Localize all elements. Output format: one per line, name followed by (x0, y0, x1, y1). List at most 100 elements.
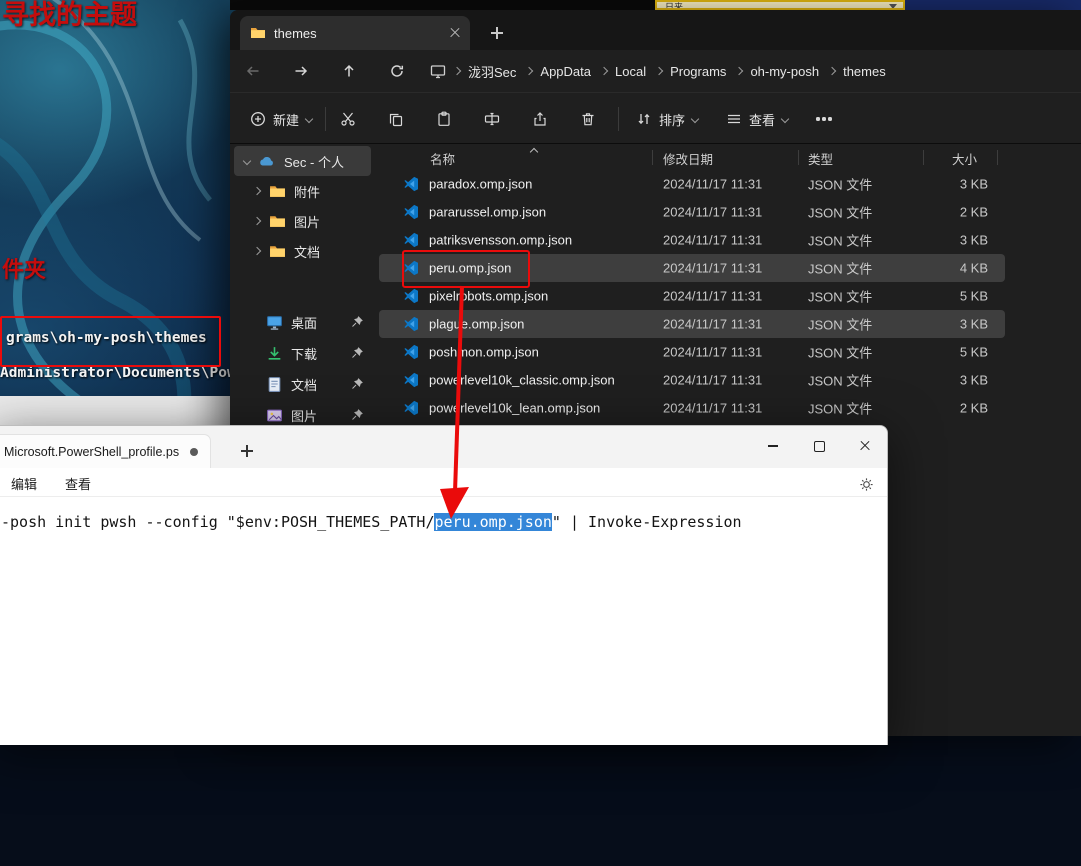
column-separator[interactable] (923, 150, 924, 165)
menu-edit[interactable]: 编辑 (3, 472, 45, 494)
chevron-right-icon (600, 67, 608, 75)
code-highlight: peru.omp.json (434, 513, 551, 531)
view-button[interactable]: 查看 (716, 103, 798, 135)
sidebar-item-attachments[interactable]: 附件 (234, 176, 371, 206)
sidebar-item-label: 图片 (291, 406, 317, 425)
maximize-icon (814, 441, 825, 452)
file-date: 2024/11/17 11:31 (663, 317, 762, 332)
code-after: " | Invoke-Expression (552, 513, 742, 531)
file-type: JSON 文件 (808, 287, 872, 306)
file-date: 2024/11/17 11:31 (663, 233, 762, 248)
column-separator[interactable] (798, 150, 799, 165)
settings-button[interactable] (854, 473, 878, 495)
maximize-button[interactable] (799, 430, 839, 462)
sidebar-item-label: 附件 (294, 182, 320, 201)
sidebar-item-pictures-folder[interactable]: 图片 (234, 206, 371, 236)
file-size: 3 KB (960, 233, 988, 248)
table-row[interactable]: plague.omp.json 2024/11/17 11:31 JSON 文件… (375, 310, 1081, 338)
explorer-address-bar: 泷羽Sec AppData Local Programs (230, 50, 1081, 92)
menu-view[interactable]: 查看 (57, 472, 99, 494)
new-button-label: 新建 (273, 110, 299, 129)
column-header-date[interactable]: 修改日期 (663, 149, 713, 168)
column-header-name[interactable]: 名称 (430, 149, 455, 168)
sort-ascending-icon (530, 148, 538, 156)
breadcrumb-item[interactable]: Programs (654, 64, 728, 79)
sort-button[interactable]: 排序 (626, 103, 708, 135)
pin-icon (351, 378, 363, 390)
rename-button[interactable] (476, 103, 508, 135)
toolbar-separator (325, 107, 326, 131)
json-file-icon (403, 400, 419, 416)
rename-icon (484, 111, 500, 127)
new-tab-button[interactable] (484, 20, 510, 46)
file-type: JSON 文件 (808, 175, 872, 194)
notepad-tab[interactable]: Microsoft.PowerShell_profile.ps1 (0, 434, 211, 468)
file-size-partial: 167 KB (1003, 838, 1081, 866)
new-button[interactable]: 新建 (240, 103, 322, 135)
sidebar-item-label: 文档 (294, 242, 320, 261)
table-row[interactable]: pararussel.omp.json 2024/11/17 11:31 JSO… (375, 198, 1081, 226)
file-size: 5 KB (960, 345, 988, 360)
column-separator[interactable] (652, 150, 653, 165)
file-size-partial: 2 KB (1003, 726, 1081, 754)
column-separator[interactable] (997, 150, 998, 165)
folder-icon (250, 25, 266, 41)
paste-button[interactable] (428, 103, 460, 135)
more-options-button[interactable] (808, 103, 840, 135)
sidebar-item-onedrive[interactable]: Sec - 个人 (234, 146, 371, 176)
breadcrumb-item[interactable]: oh-my-posh (734, 64, 821, 79)
up-arrow-icon (341, 63, 357, 79)
sidebar-item-documents-folder[interactable]: 文档 (234, 236, 371, 266)
background-dropdown-text: 日来 (665, 2, 683, 10)
chevron-right-icon (735, 67, 743, 75)
table-row[interactable]: poshmon.omp.json 2024/11/17 11:31 JSON 文… (375, 338, 1081, 366)
tab-close-icon[interactable] (450, 28, 460, 38)
copy-button[interactable] (380, 103, 412, 135)
file-type: JSON 文件 (808, 259, 872, 278)
breadcrumb-item[interactable]: AppData (524, 64, 593, 79)
column-header-size[interactable]: 大小 (952, 149, 977, 168)
notepad-new-tab-button[interactable] (233, 438, 261, 464)
refresh-icon (389, 63, 405, 79)
background-dropdown[interactable]: 日来 (655, 0, 905, 10)
file-name: patriksvensson.omp.json (429, 233, 572, 248)
minimize-button[interactable] (753, 430, 793, 462)
breadcrumb-item[interactable]: themes (827, 64, 888, 79)
json-file-icon (403, 204, 419, 220)
file-type: JSON 文件 (808, 343, 872, 362)
column-header-type[interactable]: 类型 (808, 149, 833, 168)
up-button[interactable] (332, 56, 366, 86)
forward-button[interactable] (284, 56, 318, 86)
delete-button[interactable] (572, 103, 604, 135)
unsaved-changes-dot (190, 448, 198, 456)
chevron-down-icon (243, 157, 251, 165)
sidebar-item-label: 文档 (291, 375, 317, 394)
notepad-editor[interactable]: -posh init pwsh --config "$env:POSH_THEM… (0, 497, 887, 745)
file-size: 4 KB (960, 261, 988, 276)
code-before: -posh init pwsh --config "$env:POSH_THEM… (1, 513, 434, 531)
explorer-tab-themes[interactable]: themes (240, 16, 470, 50)
table-row[interactable]: powerlevel10k_lean.omp.json 2024/11/17 1… (375, 394, 1081, 422)
share-button[interactable] (524, 103, 556, 135)
breadcrumb-items: 泷羽Sec AppData Local Programs (452, 62, 888, 81)
file-name: powerlevel10k_classic.omp.json (429, 373, 615, 388)
sidebar-item-desktop[interactable]: 桌面 (234, 307, 371, 337)
chevron-down-icon (305, 115, 313, 123)
notepad-titlebar[interactable]: Microsoft.PowerShell_profile.ps1 (0, 426, 887, 468)
sidebar-item-documents[interactable]: 文档 (234, 369, 371, 399)
file-name: paradox.omp.json (429, 177, 532, 192)
breadcrumb-item[interactable]: Local (599, 64, 648, 79)
table-row[interactable]: powerlevel10k_classic.omp.json 2024/11/1… (375, 366, 1081, 394)
refresh-button[interactable] (380, 56, 414, 86)
close-button[interactable] (845, 430, 885, 462)
back-button[interactable] (236, 56, 270, 86)
explorer-tab-strip: themes (230, 10, 1081, 50)
table-row[interactable]: paradox.omp.json 2024/11/17 11:31 JSON 文… (375, 170, 1081, 198)
cut-button[interactable] (332, 103, 364, 135)
ellipsis-icon (822, 117, 825, 120)
file-size-partial: 4 KB (1003, 698, 1081, 726)
json-file-icon (403, 288, 419, 304)
chevron-right-icon (525, 67, 533, 75)
sidebar-item-downloads[interactable]: 下载 (234, 338, 371, 368)
breadcrumb-item[interactable]: 泷羽Sec (452, 62, 518, 81)
